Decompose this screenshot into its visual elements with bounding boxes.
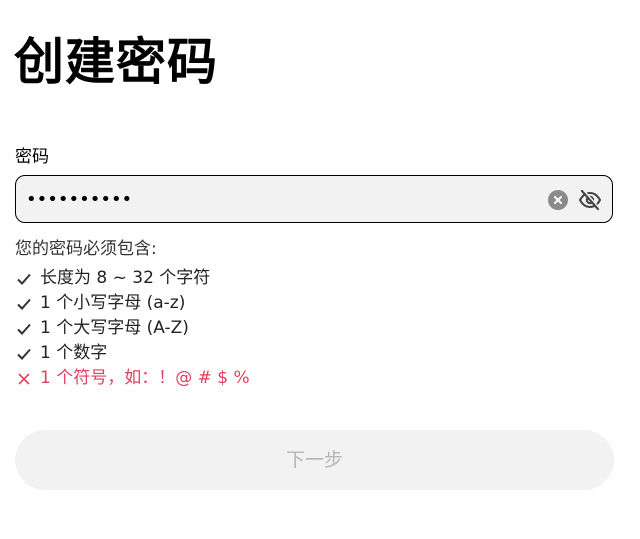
requirement-text: 1 个大写字母 (A-Z) — [40, 318, 189, 338]
page-title: 创建密码 — [14, 33, 218, 91]
password-input[interactable] — [26, 176, 536, 222]
check-icon — [15, 266, 35, 291]
clear-icon[interactable] — [548, 190, 568, 210]
requirement-text: 1 个小写字母 (a-z) — [40, 293, 186, 313]
requirement-text: 长度为 8 ~ 32 个字符 — [40, 268, 211, 288]
check-icon — [15, 316, 35, 341]
requirement-length: 长度为 8 ~ 32 个字符 — [15, 266, 250, 291]
requirement-symbol: 1 个符号，如：！@ # $ % — [15, 366, 250, 391]
requirement-text: 1 个数字 — [40, 343, 108, 363]
requirements-title: 您的密码必须包含: — [15, 239, 157, 259]
cross-icon — [15, 366, 35, 391]
next-button[interactable]: 下一步 — [15, 430, 614, 490]
requirement-text: 1 个符号，如：！@ # $ % — [40, 368, 250, 388]
requirement-uppercase: 1 个大写字母 (A-Z) — [15, 316, 250, 341]
requirement-lowercase: 1 个小写字母 (a-z) — [15, 291, 250, 316]
eye-off-icon[interactable] — [578, 188, 602, 212]
check-icon — [15, 291, 35, 316]
requirement-number: 1 个数字 — [15, 341, 250, 366]
password-label: 密码 — [15, 147, 49, 167]
password-field-container — [15, 175, 613, 223]
check-icon — [15, 341, 35, 366]
requirements-list: 长度为 8 ~ 32 个字符 1 个小写字母 (a-z) 1 个大写字母 (A-… — [15, 266, 250, 391]
